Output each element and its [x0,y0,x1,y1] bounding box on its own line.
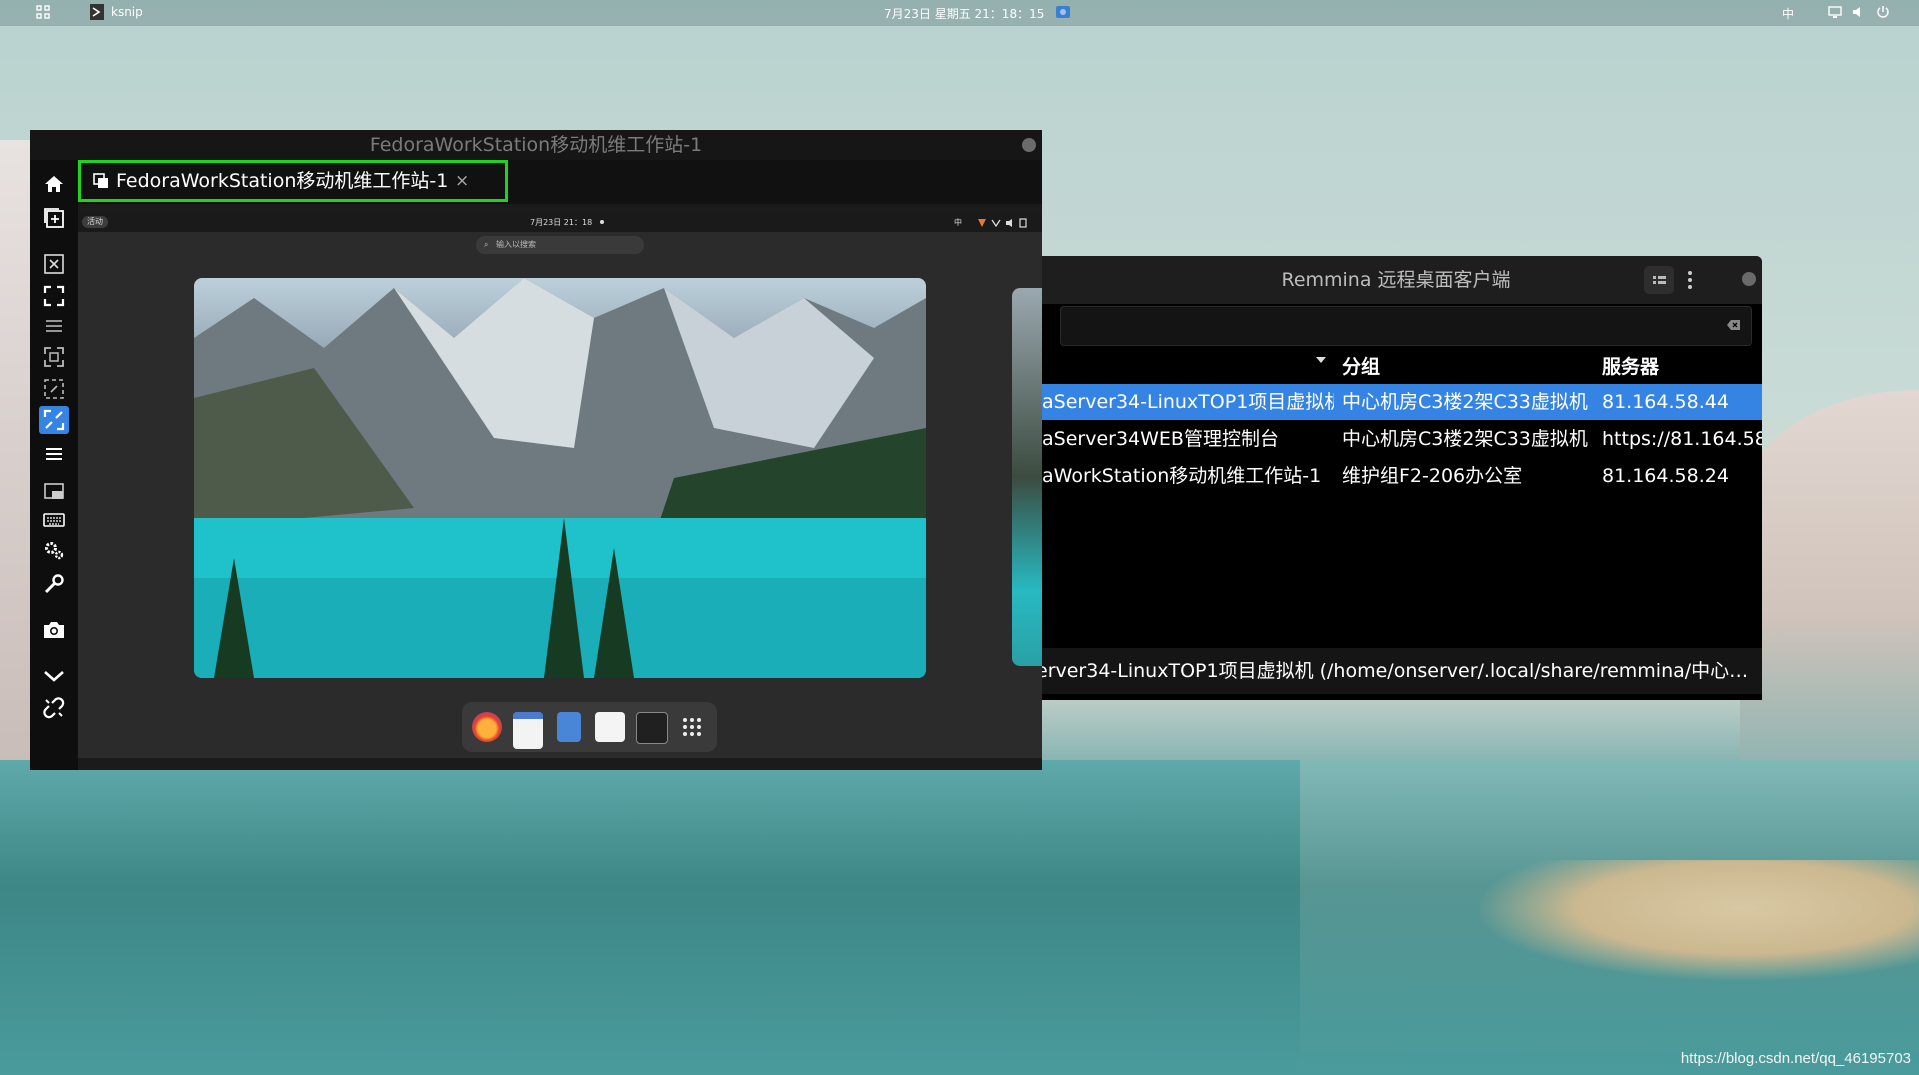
minimize-icon[interactable] [39,662,69,690]
screenshot-icon[interactable] [39,616,69,644]
tab-remote-connection[interactable]: FedoraWorkStation移动机维工作站-1 × [78,160,508,202]
new-connection-icon[interactable] [39,204,69,232]
top-panel: ksnip 7月23日 星期五 21：18：15 中 [0,0,1919,26]
screen-recorder-icon[interactable] [1056,6,1070,18]
clear-search-icon[interactable] [1727,319,1741,331]
disconnect-icon[interactable] [39,694,69,722]
connection-server: https://81.164.58.4 [1602,428,1762,450]
calendar-icon[interactable] [513,712,543,749]
remote-search-placeholder: 输入以搜索 [496,240,536,249]
sort-chevron-icon[interactable] [1316,356,1326,364]
window-title: FedoraWorkStation移动机维工作站-1 [30,130,1042,160]
ksnip-app-icon[interactable] [90,4,104,20]
show-apps-icon[interactable] [677,712,707,742]
tab-close-button[interactable]: × [455,163,469,199]
remote-desktop-view[interactable]: 活动 7月23日 21：18 中 ⌕ 输入以搜索 [78,214,1042,758]
next-workspace-preview[interactable] [1012,288,1042,666]
app-menu-label[interactable]: ksnip [111,5,143,19]
remote-system-icons[interactable] [978,218,1030,228]
software-center-icon[interactable] [595,712,625,742]
clock[interactable]: 7月23日 星期五 21：18：15 [884,5,1044,22]
connection-group: 中心机房C3楼2架C33虚拟机 [1342,391,1588,413]
network-icon[interactable] [1828,6,1842,18]
wallpaper-mountain-right [1740,390,1919,770]
remote-toolbar [30,160,78,770]
status-text: erver34-LinuxTOP1项目虚拟机 (/home/onserver/.… [1036,660,1749,682]
more-menu-icon[interactable] [39,440,69,468]
list-header: 分组 服务器 [1030,350,1762,384]
remote-search-input[interactable]: ⌕ 输入以搜索 [476,236,644,254]
connection-row[interactable]: aServer34WEB管理控制台 中心机房C3楼2架C33虚拟机 https:… [1030,421,1762,457]
power-icon[interactable] [1876,5,1890,19]
column-header-server[interactable]: 服务器 [1602,352,1659,379]
scale-icon[interactable] [39,343,69,371]
firefox-icon[interactable] [472,712,502,742]
connection-name: aWorkStation移动机维工作站-1 [1042,465,1322,487]
activities-grid-icon[interactable] [36,5,50,19]
multi-monitor-icon[interactable] [39,478,69,506]
connection-name: aServer34WEB管理控制台 [1042,428,1279,450]
column-header-group[interactable]: 分组 [1342,352,1380,379]
viewport-fullscreen-icon[interactable] [39,406,69,434]
remote-input-method[interactable]: 中 [954,217,962,228]
workspace-wallpaper-preview[interactable] [194,278,926,678]
close-window-button[interactable] [1022,138,1036,152]
remote-top-panel: 活动 7月23日 21：18 中 [78,214,1042,232]
remote-notification-dot [600,220,604,224]
view-toggle-button[interactable] [1644,266,1674,294]
tab-label: FedoraWorkStation移动机维工作站-1 [116,170,449,192]
close-window-button[interactable] [1742,272,1756,286]
remmina-window: Remmina 远程桌面客户端 分组 服务器 aServer34-LinuxTO… [1030,256,1762,700]
remote-connection-window: FedoraWorkStation移动机维工作站-1 FedoraWorkSta… [30,130,1042,770]
preferences-icon[interactable] [39,536,69,564]
tab-connection-icon [93,173,109,189]
connection-group: 维护组F2-206办公室 [1342,465,1523,487]
connection-server: 81.164.58.24 [1602,465,1729,487]
text-editor-icon[interactable] [557,712,581,742]
status-bar: erver34-LinuxTOP1项目虚拟机 (/home/onserver/.… [1030,648,1762,694]
menu-icon[interactable] [39,312,69,340]
watermark: https://blog.csdn.net/qq_46195703 [1680,1050,1911,1067]
connection-group: 中心机房C3楼2架C33虚拟机 [1342,428,1588,450]
remote-activities-button[interactable]: 活动 [82,216,108,228]
volume-icon[interactable] [1852,6,1864,18]
connection-row[interactable]: aWorkStation移动机维工作站-1 维护组F2-206办公室 81.16… [1030,458,1762,494]
main-menu-icon[interactable] [1686,270,1694,290]
search-input[interactable] [1060,306,1752,346]
input-method-indicator[interactable]: 中 [1782,5,1794,22]
tools-icon[interactable] [39,570,69,598]
fullscreen-icon[interactable] [39,282,69,310]
connection-name: aServer34-LinuxTOP1项目虚拟机 [1042,391,1334,413]
connection-server: 81.164.58.44 [1602,391,1729,413]
dynamic-resolution-icon[interactable] [39,375,69,403]
terminal-icon[interactable] [636,712,668,744]
home-icon[interactable] [39,170,69,198]
keyboard-icon[interactable] [39,506,69,534]
fit-window-icon[interactable] [39,250,69,278]
wallpaper-grass [1480,860,1919,980]
remote-clock[interactable]: 7月23日 21：18 [530,217,592,228]
connection-row[interactable]: aServer34-LinuxTOP1项目虚拟机 中心机房C3楼2架C33虚拟机… [1030,384,1762,420]
remote-dock [462,702,717,752]
remote-search-icon: ⌕ [484,240,489,249]
